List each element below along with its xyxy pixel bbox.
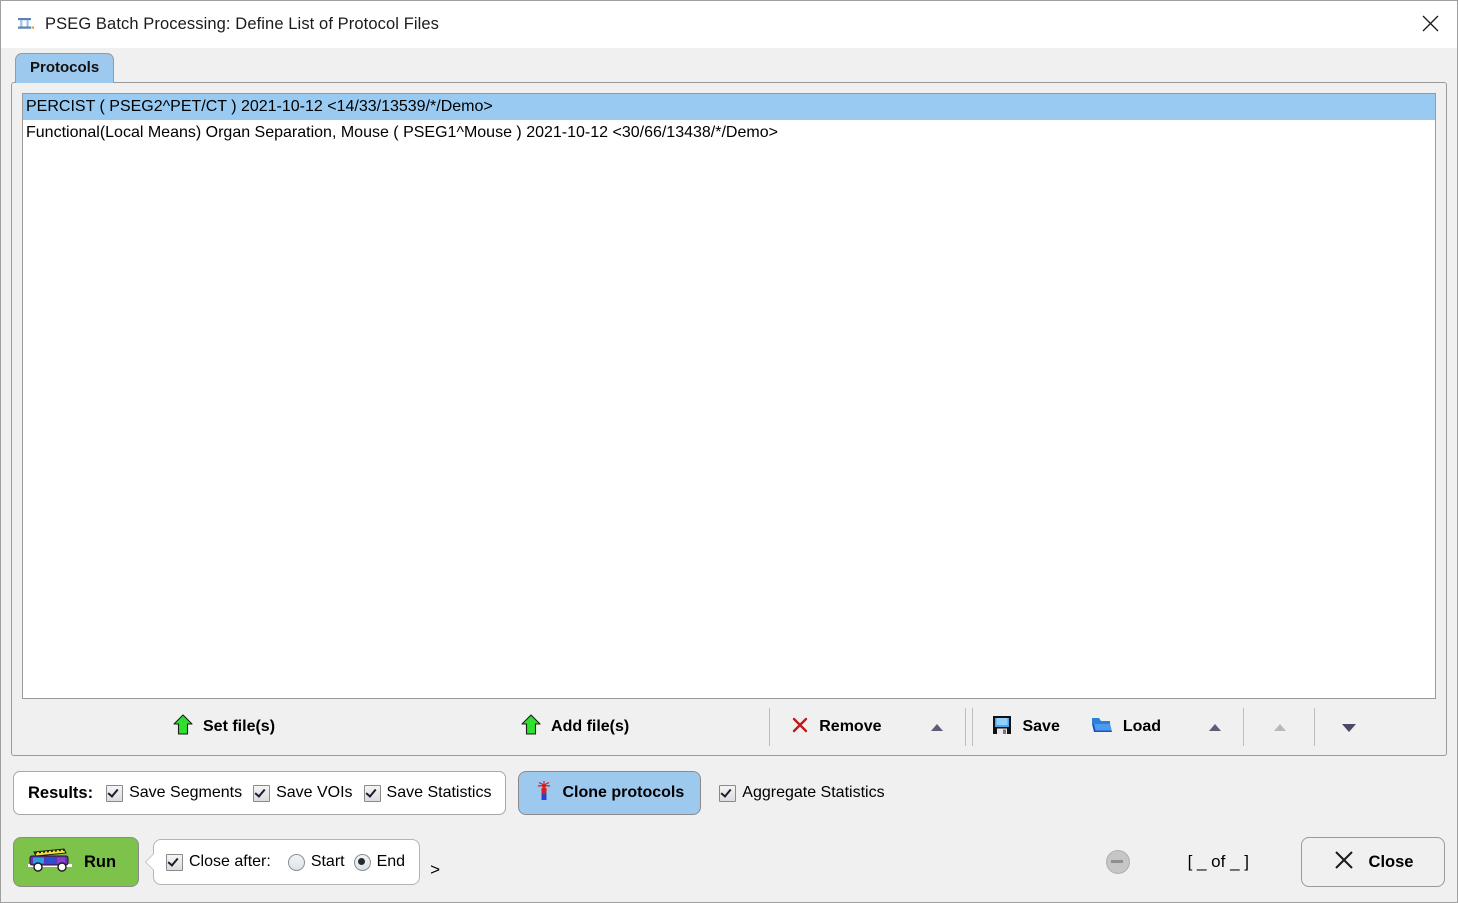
- stop-disabled-icon: [1105, 850, 1130, 874]
- titlebar: PSEG Batch Processing: Define List of Pr…: [1, 1, 1457, 48]
- save-vois-label: Save VOIs: [276, 784, 353, 801]
- set-files-button[interactable]: Set file(s): [172, 713, 275, 742]
- clone-protocols-button[interactable]: Clone protocols: [518, 771, 702, 815]
- checkbox-box: [166, 853, 183, 871]
- results-label: Results:: [28, 783, 94, 802]
- remove-menu-button[interactable]: [927, 717, 947, 737]
- checkbox-box: [106, 784, 124, 802]
- toolbar-separator: [1243, 708, 1245, 746]
- truck-icon: [24, 844, 76, 881]
- remove-button[interactable]: Remove: [790, 715, 881, 740]
- batch-processing-window: PSEG Batch Processing: Define List of Pr…: [0, 0, 1458, 903]
- open-folder-icon: [1090, 714, 1114, 741]
- list-item[interactable]: Functional(Local Means) Organ Separation…: [23, 120, 1435, 146]
- expand-marker[interactable]: >: [430, 860, 440, 880]
- close-after-end-label: End: [376, 853, 406, 870]
- protocols-panel: PERCIST ( PSEG2^PET/CT ) 2021-10-12 <14/…: [11, 82, 1447, 756]
- run-button[interactable]: Run: [13, 837, 139, 887]
- close-after-start-radio[interactable]: Start: [287, 853, 345, 871]
- close-after-group: Close after: Start End: [153, 839, 421, 885]
- load-menu-button[interactable]: [1205, 717, 1225, 737]
- tab-protocols[interactable]: Protocols: [15, 53, 115, 83]
- protocol-list[interactable]: PERCIST ( PSEG2^PET/CT ) 2021-10-12 <14/…: [22, 93, 1436, 699]
- clone-protocols-label: Clone protocols: [562, 784, 685, 801]
- save-statistics-checkbox[interactable]: Save Statistics: [363, 784, 492, 802]
- checkbox-box: [719, 784, 737, 802]
- load-label: Load: [1122, 718, 1162, 735]
- checkbox-box: [363, 784, 381, 802]
- toolbar-separator: [965, 708, 967, 746]
- checkbox-box: [253, 784, 271, 802]
- save-statistics-label: Save Statistics: [386, 784, 492, 801]
- save-segments-checkbox[interactable]: Save Segments: [106, 784, 242, 802]
- close-after-end-radio[interactable]: End: [353, 853, 406, 871]
- close-icon: [1422, 15, 1438, 32]
- aggregate-statistics-checkbox[interactable]: Aggregate Statistics: [719, 784, 885, 802]
- add-files-label: Add file(s): [551, 718, 630, 735]
- radio-circle: [353, 853, 371, 871]
- page-indicator: [ _ of _ ]: [1187, 852, 1249, 871]
- save-vois-checkbox[interactable]: Save VOIs: [253, 784, 353, 802]
- load-button[interactable]: Load: [1090, 714, 1161, 741]
- green-up-arrow-icon: [520, 713, 542, 742]
- list-toolbar: Set file(s) Add file(s) Remove Save Load: [22, 699, 1436, 755]
- x-icon: [1333, 849, 1355, 876]
- move-down-button[interactable]: [1339, 717, 1359, 737]
- set-files-label: Set file(s): [203, 718, 276, 735]
- triangle-down-icon: [1342, 723, 1357, 732]
- close-button-label: Close: [1368, 852, 1414, 871]
- list-item-label: Functional(Local Means) Organ Separation…: [26, 124, 778, 141]
- clone-icon: [535, 780, 553, 807]
- close-after-start-label: Start: [310, 853, 345, 870]
- add-files-button[interactable]: Add file(s): [520, 713, 629, 742]
- tabstrip: Protocols: [1, 48, 1457, 83]
- run-label: Run: [84, 852, 117, 871]
- radio-circle: [287, 853, 305, 871]
- red-x-icon: [790, 715, 810, 740]
- pseg-app-icon: [17, 15, 35, 33]
- window-title: PSEG Batch Processing: Define List of Pr…: [45, 14, 440, 33]
- window-close-button[interactable]: [1403, 1, 1457, 46]
- triangle-up-icon: [1209, 724, 1222, 731]
- tab-protocols-label: Protocols: [30, 59, 100, 76]
- remove-label: Remove: [819, 718, 882, 735]
- list-item-label: PERCIST ( PSEG2^PET/CT ) 2021-10-12 <14/…: [26, 98, 493, 115]
- triangle-up-icon-disabled: [1274, 724, 1287, 731]
- move-up-button[interactable]: [1270, 717, 1290, 737]
- close-after-checkbox[interactable]: Close after:: [166, 853, 271, 871]
- floppy-disk-icon: [991, 714, 1013, 741]
- bottom-bar: Run Close after: Start End > [ _ of _ ]: [1, 822, 1457, 902]
- list-item[interactable]: PERCIST ( PSEG2^PET/CT ) 2021-10-12 <14/…: [23, 94, 1435, 120]
- toolbar-separator: [769, 708, 771, 746]
- toolbar-separator: [1314, 708, 1316, 746]
- green-up-arrow-icon: [172, 713, 194, 742]
- save-button[interactable]: Save: [991, 714, 1060, 741]
- results-group: Results: Save Segments Save VOIs Save St…: [13, 771, 507, 815]
- close-button[interactable]: Close: [1301, 837, 1445, 887]
- results-row: Results: Save Segments Save VOIs Save St…: [1, 764, 1457, 822]
- toolbar-separator: [972, 708, 974, 746]
- save-segments-label: Save Segments: [129, 784, 243, 801]
- close-after-label: Close after:: [189, 853, 271, 870]
- aggregate-statistics-label: Aggregate Statistics: [742, 784, 885, 801]
- triangle-up-icon: [931, 724, 944, 731]
- save-label: Save: [1022, 718, 1060, 735]
